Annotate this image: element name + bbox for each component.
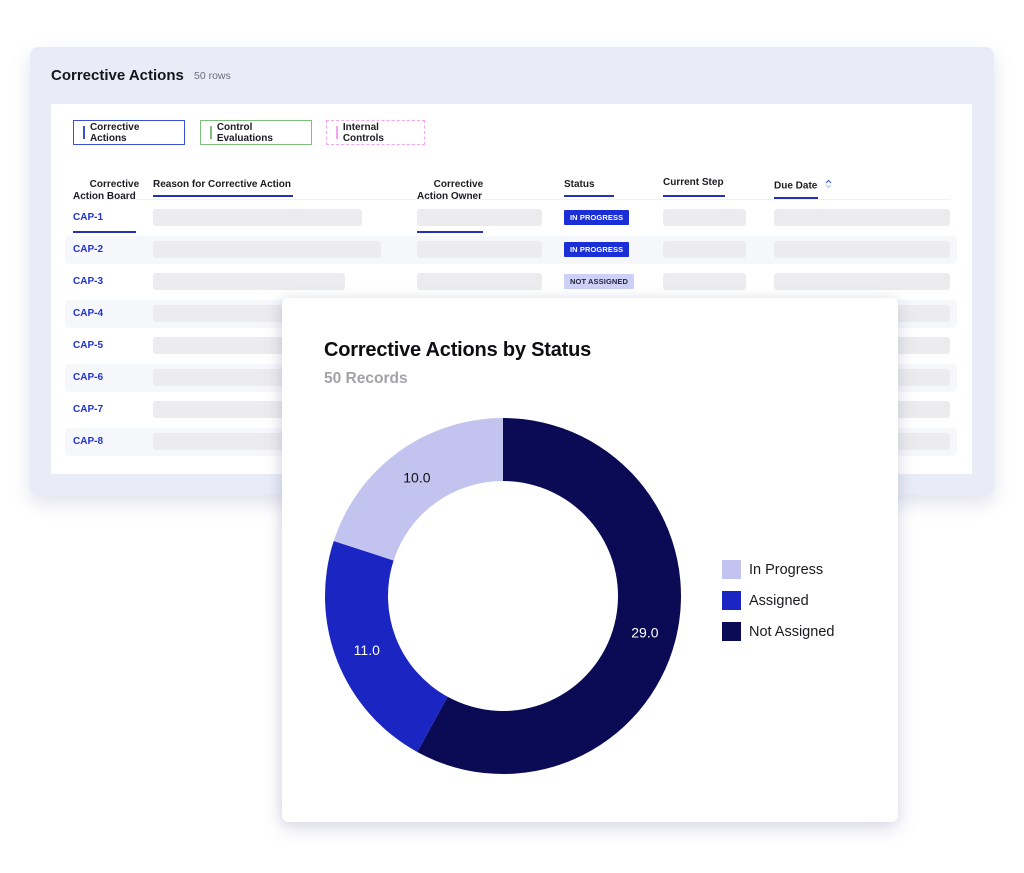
column-underline bbox=[564, 195, 614, 197]
reason-placeholder bbox=[153, 401, 303, 418]
column-underline bbox=[663, 195, 725, 197]
data-label-assigned: 11.0 bbox=[354, 642, 380, 658]
legend-swatch bbox=[722, 622, 741, 641]
tab-color-bar bbox=[336, 126, 338, 139]
cap-link[interactable]: CAP-1 bbox=[73, 212, 103, 223]
due-date-placeholder bbox=[774, 273, 950, 290]
column-header-reason[interactable]: Reason for Corrective Action bbox=[153, 179, 293, 197]
donut-slice-in-progress[interactable] bbox=[333, 418, 503, 561]
data-label-not-assigned: 29.0 bbox=[631, 624, 658, 640]
owner-placeholder bbox=[417, 241, 542, 258]
due-date-placeholder bbox=[774, 241, 950, 258]
column-header-label: Current Step bbox=[663, 177, 724, 188]
chart-legend: In Progress Assigned Not Assigned bbox=[722, 554, 834, 647]
legend-item-assigned[interactable]: Assigned bbox=[722, 585, 834, 616]
status-badge: IN PROGRESS bbox=[564, 242, 630, 257]
legend-item-in-progress[interactable]: In Progress bbox=[722, 554, 834, 585]
legend-label: Not Assigned bbox=[749, 623, 835, 640]
data-label-in-progress: 10.0 bbox=[403, 469, 430, 485]
cap-link[interactable]: CAP-3 bbox=[73, 276, 103, 287]
table-row[interactable]: CAP-2 IN PROGRESS bbox=[65, 236, 957, 264]
table-row[interactable]: CAP-1 IN PROGRESS bbox=[65, 204, 957, 232]
column-header-due-date[interactable]: Due Date bbox=[774, 179, 832, 199]
tab-color-bar bbox=[83, 126, 85, 139]
reason-placeholder bbox=[153, 273, 345, 290]
column-header-status[interactable]: Status bbox=[564, 179, 614, 197]
cap-link[interactable]: CAP-5 bbox=[73, 340, 103, 351]
owner-placeholder bbox=[417, 209, 542, 226]
legend-label: In Progress bbox=[749, 561, 824, 578]
panel-title: Corrective Actions bbox=[51, 67, 184, 84]
legend-swatch bbox=[722, 560, 741, 579]
column-header-current-step[interactable]: Current Step bbox=[663, 177, 725, 197]
donut-slice-assigned[interactable] bbox=[325, 540, 448, 752]
status-badge: IN PROGRESS bbox=[564, 210, 630, 225]
tab-corrective-actions[interactable]: Corrective Actions bbox=[73, 120, 185, 145]
legend-label: Assigned bbox=[749, 592, 809, 609]
table-row[interactable]: CAP-3 NOT ASSIGNED bbox=[65, 268, 957, 296]
step-placeholder bbox=[663, 209, 746, 226]
column-underline bbox=[153, 195, 293, 197]
due-date-placeholder bbox=[774, 209, 950, 226]
column-header-label: Status bbox=[564, 179, 595, 190]
tab-control-evaluations[interactable]: Control Evaluations bbox=[200, 120, 312, 145]
sort-chevrons-icon[interactable] bbox=[825, 179, 832, 193]
owner-placeholder bbox=[417, 273, 542, 290]
cap-link[interactable]: CAP-7 bbox=[73, 404, 103, 415]
cap-link[interactable]: CAP-6 bbox=[73, 372, 103, 383]
step-placeholder bbox=[663, 241, 746, 258]
row-count: 50 rows bbox=[194, 70, 231, 82]
status-chart-card: Corrective Actions by Status 50 Records … bbox=[282, 298, 898, 822]
tab-label: Control Evaluations bbox=[216, 121, 273, 144]
reason-placeholder bbox=[153, 433, 303, 450]
tab-color-bar bbox=[210, 126, 212, 139]
reason-placeholder bbox=[153, 337, 303, 354]
cap-link[interactable]: CAP-4 bbox=[73, 308, 103, 319]
reason-placeholder bbox=[153, 305, 303, 322]
legend-item-not-assigned[interactable]: Not Assigned bbox=[722, 616, 834, 647]
legend-swatch bbox=[722, 591, 741, 610]
cap-link[interactable]: CAP-2 bbox=[73, 244, 103, 255]
reason-placeholder bbox=[153, 369, 303, 386]
cap-link[interactable]: CAP-8 bbox=[73, 436, 103, 447]
tab-label: Internal Controls bbox=[342, 121, 384, 144]
tab-label: Corrective Actions bbox=[89, 121, 140, 144]
tab-internal-controls[interactable]: Internal Controls bbox=[326, 120, 425, 145]
step-placeholder bbox=[663, 273, 746, 290]
status-badge: NOT ASSIGNED bbox=[564, 274, 635, 289]
reason-placeholder bbox=[153, 209, 362, 226]
column-header-label: Reason for Corrective Action bbox=[153, 179, 291, 190]
column-header-label: Due Date bbox=[774, 180, 818, 192]
header-divider bbox=[73, 199, 950, 200]
reason-placeholder bbox=[153, 241, 381, 258]
